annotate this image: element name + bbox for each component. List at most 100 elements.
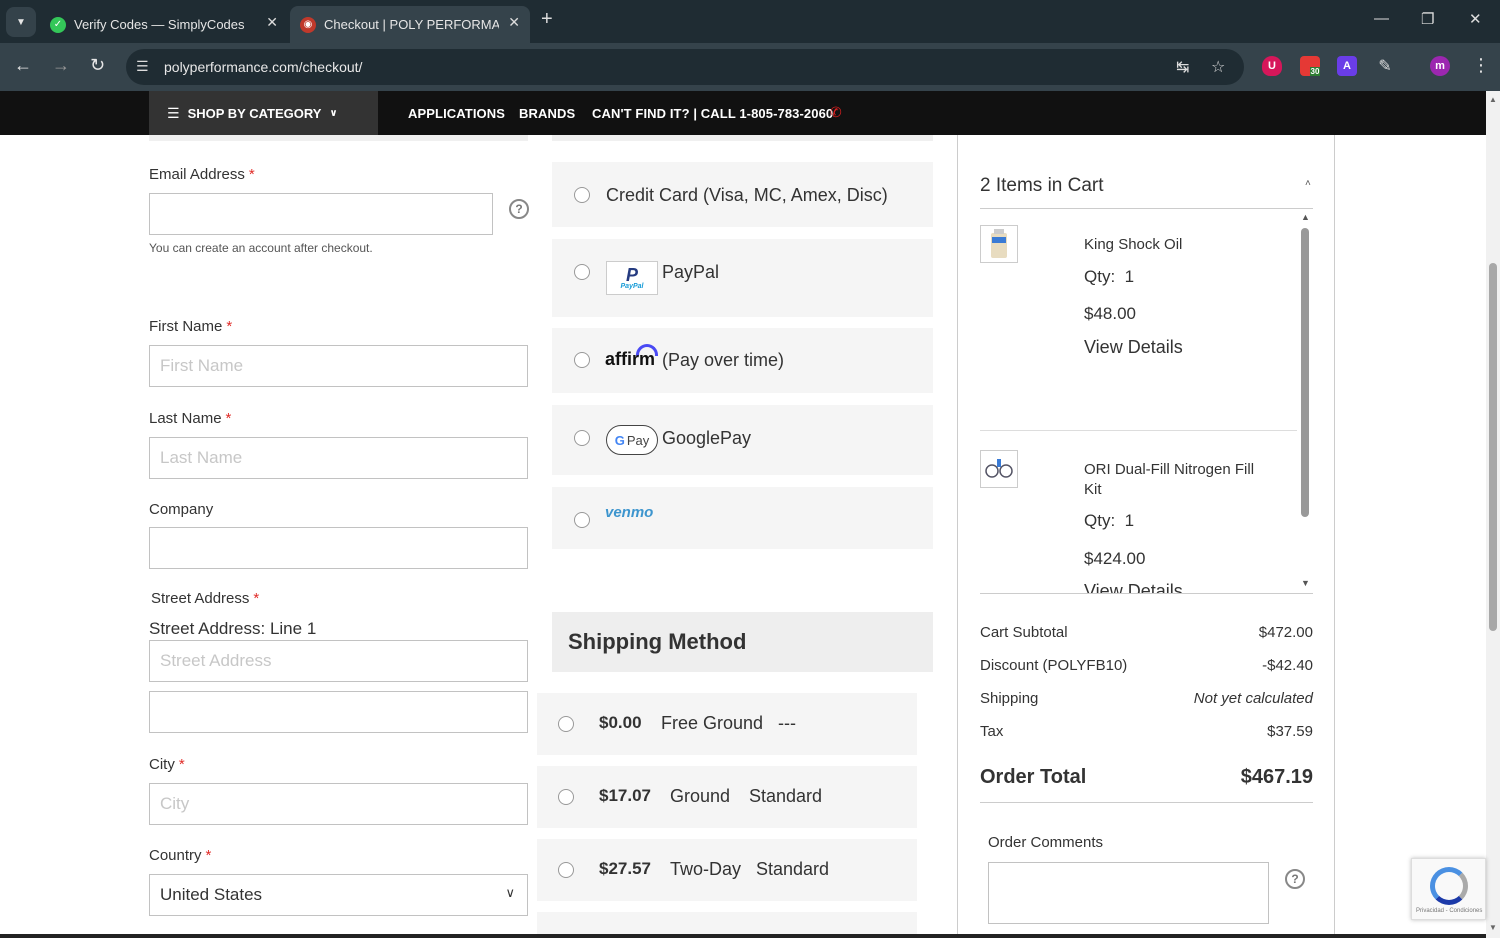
required-mark: * [225,410,232,427]
minimize-icon[interactable]: — [1374,10,1389,27]
shipping-method-header: Shipping Method [552,612,933,672]
shop-by-category-button[interactable]: ☰ SHOP BY CATEGORY ∨ [149,91,378,135]
url-text[interactable]: polyperformance.com/checkout/ [164,59,362,75]
shipping-option[interactable]: $0.00 Free Ground --- [537,693,917,755]
city-field[interactable]: City [149,783,528,825]
chevron-up-icon[interactable]: ˄ [1305,178,1311,189]
restore-icon[interactable]: ❐ [1421,10,1434,28]
close-tab-icon[interactable]: ✕ [266,14,278,31]
close-tab-icon[interactable]: ✕ [508,14,520,31]
shipping-radio[interactable] [558,862,574,878]
first-name-label-text: First Name [149,318,223,335]
nav-call[interactable]: CAN'T FIND IT? | CALL 1-805-783-2060 [592,106,833,121]
chevron-down-icon: ∨ [505,885,515,900]
reload-icon[interactable]: ↻ [90,55,105,76]
payment-option-paypal[interactable]: P PayPal PayPal [552,239,933,317]
browser-tab-bar: ▼ ✓ Verify Codes — SimplyCodes ✕ ◉ Check… [0,0,1500,43]
affirm-label: (Pay over time) [662,350,785,370]
bookmark-star-icon[interactable]: ☆ [1211,57,1225,77]
extensions-puzzle-icon[interactable]: ✎ [1375,56,1395,76]
discount-label: Discount (POLYFB10) [980,657,1128,674]
paypal-radio[interactable] [574,264,590,280]
order-comments-label: Order Comments [988,834,1104,851]
street-address-line1-field[interactable]: Street Address [149,640,528,682]
tab-search-button[interactable]: ▼ [6,7,36,37]
street-address-label-text: Street Address [151,590,250,607]
omnibox[interactable]: ☰ polyperformance.com/checkout/ ↹ ☆ [126,49,1244,85]
order-total-value: $467.19 [1240,766,1313,788]
previous-payment-edge [552,135,933,141]
cart-items-list[interactable]: King Shock Oil Qty: 1 $48.00 View Detail… [980,209,1313,594]
shipping-option[interactable]: $17.07 Ground Standard [537,766,917,828]
ublock-shield-icon[interactable]: U [1262,56,1282,76]
page-scrollbar-thumb[interactable] [1489,263,1497,631]
email-field[interactable] [149,193,493,235]
back-arrow-icon[interactable]: ← [14,55,32,76]
affirm-logo: affirm [605,349,656,369]
cart-title[interactable]: 2 Items in Cart [980,175,1104,197]
shipping-carrier: Free Ground [661,713,764,733]
qty-label: Qty: [1084,511,1116,530]
shipping-radio[interactable] [558,789,574,805]
tab-simplycodes[interactable]: ✓ Verify Codes — SimplyCodes ✕ [40,6,288,43]
tab-title: Verify Codes — SimplyCodes [74,17,245,32]
credit-card-radio[interactable] [574,187,590,203]
new-tab-plus-icon[interactable]: + [541,8,553,31]
country-label: Country * [149,847,211,864]
venmo-radio[interactable] [574,512,590,528]
recaptcha-text[interactable]: Privacidad - Condiciones [1416,908,1482,914]
order-comments-field[interactable] [988,862,1269,924]
extension-badge-icon[interactable]: 30 [1300,56,1321,76]
venmo-logo: venmo [605,504,654,521]
discount-row: Discount (POLYFB10) -$42.40 [980,657,1313,674]
street-line1-label: Street Address: Line 1 [149,619,317,638]
browser-menu-icon[interactable]: ⋮ [1472,55,1490,76]
help-icon[interactable]: ? [509,199,529,219]
product-thumbnail[interactable] [980,450,1018,488]
scroll-down-icon[interactable]: ▼ [1489,923,1497,932]
profile-avatar[interactable]: m [1430,56,1450,76]
nav-applications[interactable]: APPLICATIONS [408,106,505,121]
close-window-icon[interactable]: ✕ [1469,10,1482,28]
site-navigation: ☰ SHOP BY CATEGORY ∨ APPLICATIONS BRANDS… [0,91,1486,135]
scroll-up-icon[interactable]: ▲ [1301,212,1310,222]
help-icon[interactable]: ? [1285,869,1305,889]
tab-checkout[interactable]: ◉ Checkout | POLY PERFORMANC ✕ [290,6,530,43]
view-details-link[interactable]: View Details [1084,337,1183,358]
street-address-line2-field[interactable] [149,691,528,733]
shipping-radio[interactable] [558,716,574,732]
country-select[interactable]: United States ∨ [149,874,528,916]
googlepay-radio[interactable] [574,430,590,446]
page-scrollbar[interactable]: ▲ ▼ [1486,91,1500,938]
forward-arrow-icon[interactable]: → [52,55,70,76]
translate-icon[interactable]: ↹ [1176,57,1189,77]
first-name-field[interactable]: First Name [149,345,528,387]
cart-scrollbar-thumb[interactable] [1301,228,1309,517]
shipping-option[interactable]: $27.57 Two-Day Standard [537,839,917,901]
payment-option-affirm[interactable]: affirm (Pay over time) [552,328,933,393]
required-mark: * [248,166,255,183]
view-details-link[interactable]: View Details [1084,581,1183,593]
affirm-radio[interactable] [574,352,590,368]
item-qty: Qty: 1 [1084,511,1134,531]
chevron-down-icon: ∨ [329,107,338,119]
site-info-icon[interactable]: ☰ [136,58,149,75]
scroll-down-icon[interactable]: ▼ [1301,578,1310,588]
cart-scrollbar[interactable]: ▲ ▼ [1300,212,1310,592]
google-pay-logo-icon: G Pay [606,425,658,455]
payment-option-credit-card[interactable]: Credit Card (Visa, MC, Amex, Disc) [552,162,933,227]
payment-option-googlepay[interactable]: G Pay GooglePay [552,405,933,475]
scroll-up-icon[interactable]: ▲ [1489,95,1497,104]
subtotal-label: Cart Subtotal [980,624,1068,641]
item-qty: Qty: 1 [1084,267,1134,287]
required-mark: * [253,590,260,607]
aitopia-extension-icon[interactable]: A [1337,56,1357,76]
nav-brands[interactable]: BRANDS [519,106,575,121]
city-label-text: City [149,756,175,773]
company-field[interactable] [149,527,528,569]
product-thumbnail[interactable] [980,225,1018,263]
payment-option-venmo[interactable]: venmo [552,487,933,549]
last-name-field[interactable]: Last Name [149,437,528,479]
recaptcha-badge[interactable]: Privacidad - Condiciones [1411,858,1486,920]
email-hint: You can create an account after checkout… [149,241,373,255]
